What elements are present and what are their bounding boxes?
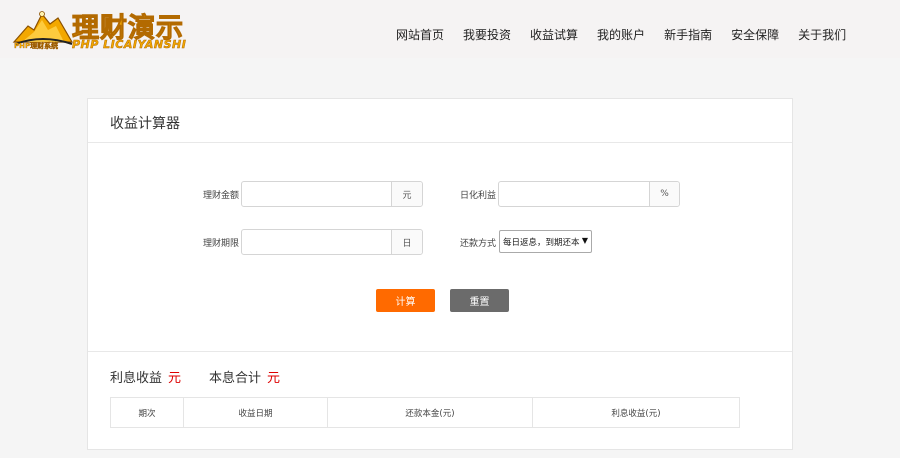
total-summary: 本息合计元 xyxy=(209,367,280,386)
table-header-row: 期次 收益日期 还款本金(元) 利息收益(元) xyxy=(110,397,740,428)
interest-summary: 利息收益元 xyxy=(110,367,181,386)
column-header-interest: 利息收益(元) xyxy=(532,397,740,428)
nav-guide[interactable]: 新手指南 xyxy=(664,26,712,43)
logo-mountain-icon xyxy=(12,11,74,45)
column-header-date: 收益日期 xyxy=(183,397,328,428)
interest-label: 利息收益 xyxy=(110,371,163,386)
calculator-panel: 收益计算器 理财金额 元 日化利益 % 理财期限 日 还款方式 每日返息，到期还… xyxy=(87,98,793,450)
site-header: PHP理财系统 理财演示 PHP LICAIYANSHI 网站首页 我要投资 收… xyxy=(0,0,900,58)
amount-label: 理财金额 xyxy=(203,191,240,201)
rate-label: 日化利益 xyxy=(460,191,497,201)
rate-input[interactable] xyxy=(499,182,649,206)
amount-unit: 元 xyxy=(391,182,422,206)
dropdown-caret-icon: ▼ xyxy=(581,236,588,245)
panel-title: 收益计算器 xyxy=(110,116,180,132)
nav-invest[interactable]: 我要投资 xyxy=(463,26,511,43)
results-table: 期次 收益日期 还款本金(元) 利息收益(元) xyxy=(110,397,740,428)
period-field-group: 日 xyxy=(241,229,423,255)
nav-home[interactable]: 网站首页 xyxy=(396,26,444,43)
period-input[interactable] xyxy=(242,230,390,254)
divider xyxy=(88,142,792,143)
nav-about[interactable]: 关于我们 xyxy=(798,26,846,43)
main-nav: 网站首页 我要投资 收益试算 我的账户 新手指南 安全保障 关于我们 xyxy=(396,26,865,43)
repayment-label: 还款方式 xyxy=(460,239,497,249)
site-logo[interactable]: PHP理财系统 理财演示 PHP LICAIYANSHI xyxy=(10,4,187,54)
total-label: 本息合计 xyxy=(209,371,262,386)
amount-field-group: 元 xyxy=(241,181,423,207)
logo-subtitle: PHP LICAIYANSHI xyxy=(72,38,187,52)
divider xyxy=(88,351,792,352)
period-label: 理财期限 xyxy=(203,239,240,249)
calculate-button[interactable]: 计算 xyxy=(376,289,435,312)
rate-field-group: % xyxy=(498,181,680,207)
column-header-period: 期次 xyxy=(110,397,184,428)
column-header-principal: 还款本金(元) xyxy=(327,397,533,428)
nav-account[interactable]: 我的账户 xyxy=(597,26,645,43)
total-unit: 元 xyxy=(267,371,281,386)
nav-security[interactable]: 安全保障 xyxy=(731,26,779,43)
nav-calculator[interactable]: 收益试算 xyxy=(530,26,578,43)
rate-unit: % xyxy=(649,182,679,206)
repayment-select[interactable]: 每日返息，到期还本 ▼ xyxy=(499,230,592,253)
amount-input[interactable] xyxy=(242,182,390,206)
period-unit: 日 xyxy=(391,230,422,254)
interest-unit: 元 xyxy=(168,371,182,386)
reset-button[interactable]: 重置 xyxy=(450,289,509,312)
repayment-selected-value: 每日返息，到期还本 xyxy=(503,237,580,248)
logo-mini-text: PHP理财系统 xyxy=(14,42,59,50)
